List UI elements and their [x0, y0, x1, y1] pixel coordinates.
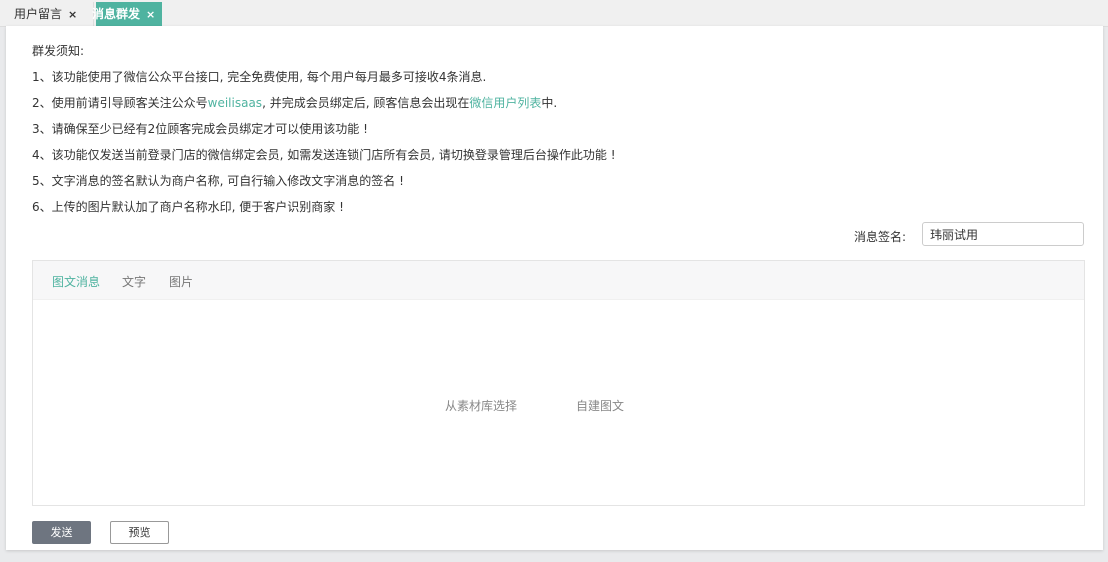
- tab-rich-media[interactable]: 图文消息: [52, 273, 100, 290]
- notice-text: 2、使用前请引导顾客关注公众号: [32, 96, 208, 110]
- main-panel: 群发须知: 1、该功能使用了微信公众平台接口, 完全免费使用, 每个用户每月最多…: [6, 26, 1103, 550]
- notice-line-5: 5、文字消息的签名默认为商户名称, 可自行输入修改文字消息的签名 !: [32, 174, 404, 188]
- preview-button[interactable]: 预览: [110, 521, 169, 544]
- notice-line-3: 3、请确保至少已经有2位顾客完成会员绑定才可以使用该功能 !: [32, 122, 368, 136]
- close-icon[interactable]: ×: [146, 3, 155, 27]
- message-editor: 图文消息 文字 图片 从素材库选择 自建图文: [32, 260, 1085, 506]
- tab-user-messages[interactable]: 用户留言 ×: [0, 2, 94, 26]
- close-icon[interactable]: ×: [68, 3, 77, 27]
- create-article-button[interactable]: 自建图文: [576, 397, 624, 414]
- tab-label: 用户留言: [14, 7, 63, 21]
- tab-label: 消息群发: [92, 7, 141, 21]
- official-account-link[interactable]: weilisaas: [208, 96, 262, 110]
- tab-image[interactable]: 图片: [169, 273, 193, 290]
- notice-line-2: 2、使用前请引导顾客关注公众号weilisaas, 并完成会员绑定后, 顾客信息…: [32, 94, 557, 111]
- notice-text: 中.: [541, 96, 558, 110]
- tab-mass-message[interactable]: 消息群发 ×: [92, 2, 162, 27]
- send-button[interactable]: 发送: [32, 521, 91, 544]
- notice-text: , 并完成会员绑定后, 顾客信息会出现在: [262, 96, 470, 110]
- tab-bar: 用户留言 × 消息群发 ×: [0, 0, 1108, 27]
- tab-text[interactable]: 文字: [122, 273, 146, 290]
- notice-line-6: 6、上传的图片默认加了商户名称水印, 便于客户识别商家 !: [32, 200, 344, 214]
- signature-label: 消息签名:: [854, 230, 907, 244]
- editor-tab-bar: 图文消息 文字 图片: [33, 261, 1084, 300]
- notice-line-1: 1、该功能使用了微信公众平台接口, 完全免费使用, 每个用户每月最多可接收4条消…: [32, 70, 487, 84]
- wechat-user-list-link[interactable]: 微信用户列表: [469, 96, 541, 110]
- notice-title: 群发须知:: [32, 44, 85, 58]
- select-from-library-button[interactable]: 从素材库选择: [445, 397, 517, 414]
- notice-line-4: 4、该功能仅发送当前登录门店的微信绑定会员, 如需发送连锁门店所有会员, 请切换…: [32, 148, 616, 162]
- signature-input[interactable]: [922, 222, 1084, 246]
